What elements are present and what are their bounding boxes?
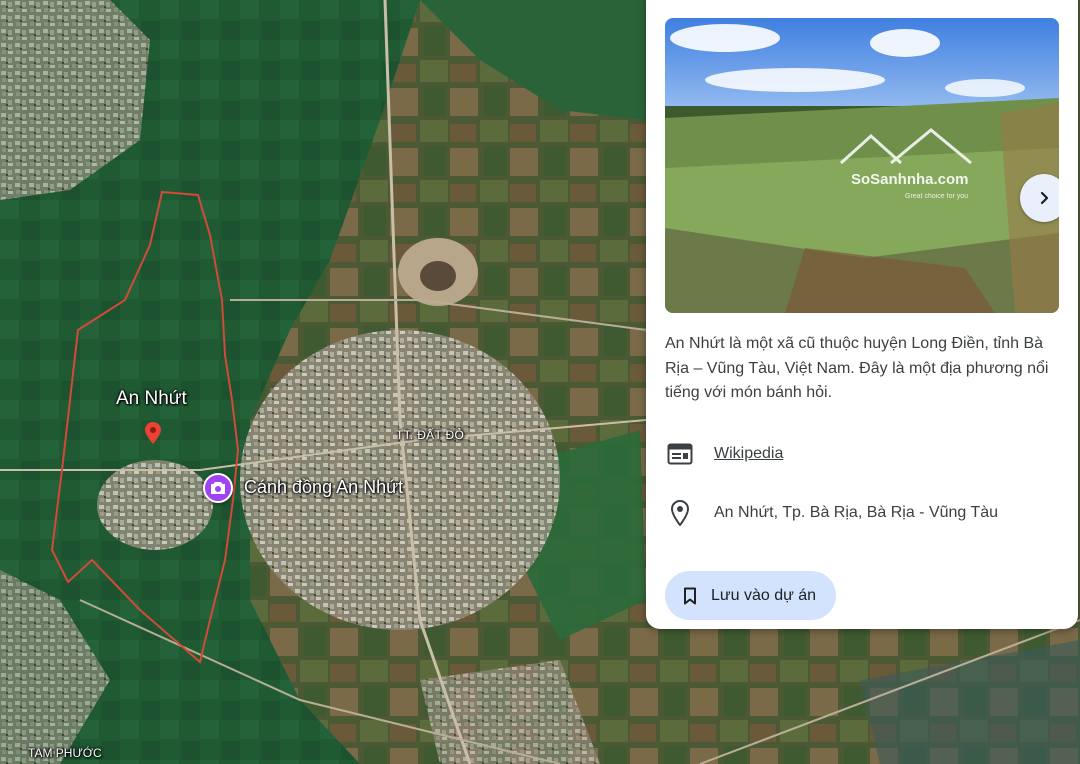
watermark-tagline: Great choice for you — [905, 193, 968, 200]
wikipedia-link[interactable]: Wikipedia — [714, 445, 783, 463]
location-marker-icon[interactable] — [145, 422, 161, 444]
place-photo[interactable]: SoSanhnha.com Great choice for you — [665, 18, 1059, 313]
web-article-icon — [665, 439, 695, 469]
map-label-place[interactable]: Cánh đồng An Nhứt — [244, 477, 403, 498]
location-pin-icon — [665, 498, 695, 528]
rice-field-photo: SoSanhnha.com Great choice for you — [665, 18, 1059, 313]
save-button-label: Lưu vào dự án — [711, 586, 817, 604]
chevron-right-icon — [1040, 191, 1049, 205]
map-label-town: TT. ĐẤT ĐỎ — [396, 428, 465, 442]
watermark-name: SoSanhnha.com — [851, 171, 969, 188]
photo-place-marker[interactable] — [203, 473, 233, 503]
bookmark-icon — [683, 586, 701, 606]
address-row: An Nhứt, Tp. Bà Rịa, Bà Rịa - Vũng Tàu — [665, 498, 998, 528]
place-info-panel: SoSanhnha.com Great choice for you An Nh… — [646, 0, 1078, 629]
wikipedia-row[interactable]: Wikipedia — [665, 439, 783, 469]
address-text: An Nhứt, Tp. Bà Rịa, Bà Rịa - Vũng Tàu — [714, 504, 999, 521]
save-to-project-button[interactable]: Lưu vào dự án — [665, 571, 837, 620]
map-label-commune: An Nhứt — [116, 388, 187, 409]
camera-icon — [211, 482, 225, 494]
map-label-tam-phuoc: TAM PHƯỚC — [28, 746, 102, 760]
place-description: An Nhứt là một xã cũ thuộc huyện Long Đi… — [665, 335, 1049, 401]
